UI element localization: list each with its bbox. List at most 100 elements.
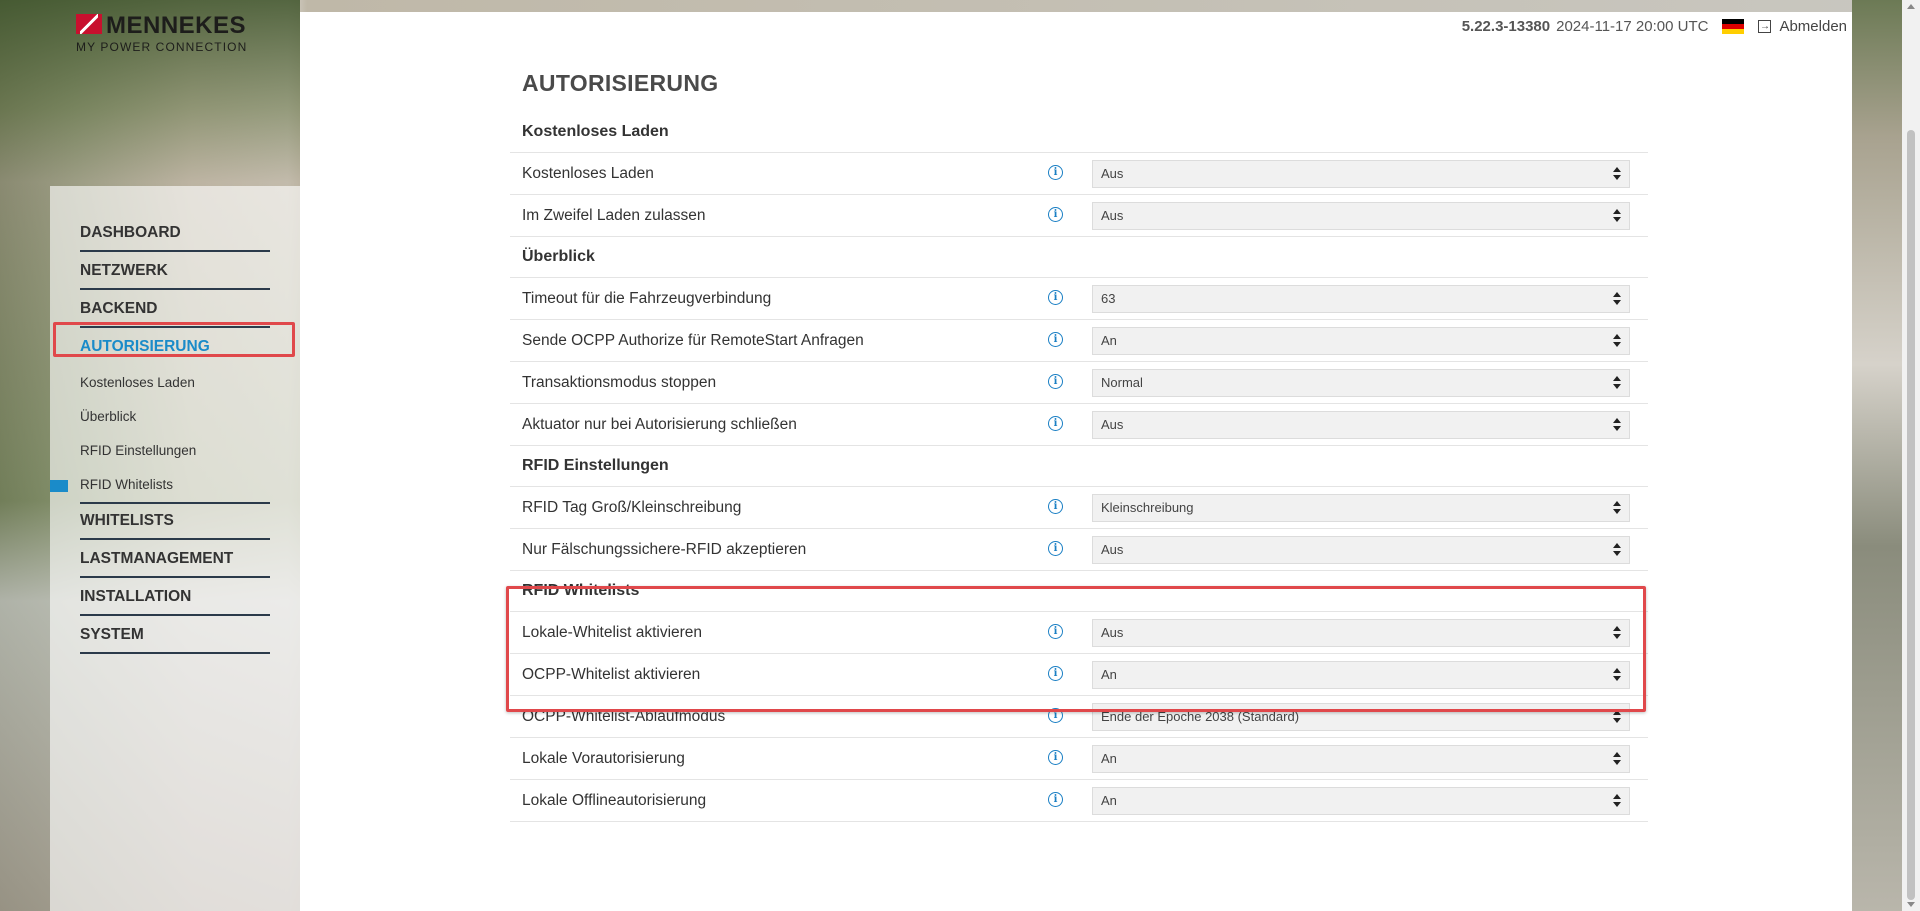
select-value: Ende der Epoche 2038 (Standard) (1101, 709, 1300, 724)
setting-select[interactable]: Aus (1092, 202, 1630, 230)
setting-label: Timeout für die Fahrzeugverbindung (522, 290, 772, 307)
settings-form: Kostenloses Laden Kostenloses Laden i Au… (510, 112, 1648, 822)
select-value: 63 (1101, 291, 1116, 306)
setting-select[interactable]: An (1092, 745, 1630, 773)
select-arrows-icon (1613, 626, 1621, 640)
select-value: Kleinschreibung (1101, 500, 1194, 515)
info-icon[interactable]: i (1048, 332, 1063, 347)
info-icon[interactable]: i (1048, 624, 1063, 639)
setting-select[interactable]: Aus (1092, 160, 1630, 188)
section-heading: RFID Einstellungen (510, 446, 1648, 487)
setting-row: Lokale Vorautorisierung i An (510, 738, 1648, 780)
select-arrows-icon (1613, 710, 1621, 724)
select-arrows-icon (1613, 752, 1621, 766)
info-icon[interactable]: i (1048, 165, 1063, 180)
select-arrows-icon (1613, 418, 1621, 432)
select-value: Aus (1101, 208, 1124, 223)
select-arrows-icon (1613, 292, 1621, 306)
setting-row: Timeout für die Fahrzeugverbindung i 63 (510, 278, 1648, 320)
setting-select[interactable]: Ende der Epoche 2038 (Standard) (1092, 703, 1630, 731)
select-value: Aus (1101, 417, 1124, 432)
setting-select[interactable]: An (1092, 661, 1630, 689)
nav-item-system[interactable]: SYSTEM (80, 618, 270, 654)
select-arrows-icon (1613, 668, 1621, 682)
german-flag-icon[interactable] (1722, 18, 1745, 34)
select-value: Aus (1101, 542, 1124, 557)
system-datetime: 2024-11-17 20:00 UTC (1556, 17, 1709, 35)
firmware-version: 5.22.3-13380 (1461, 17, 1551, 35)
info-icon[interactable]: i (1048, 666, 1063, 681)
section-heading: Überblick (510, 237, 1648, 278)
top-bar: 5.22.3-13380 2024-11-17 20:00 UTC → Abme… (1462, 16, 1847, 36)
setting-select[interactable]: Aus (1092, 411, 1630, 439)
select-arrows-icon (1613, 543, 1621, 557)
page-title: AUTORISIERUNG (522, 70, 719, 96)
scroll-up-icon[interactable] (1907, 4, 1915, 9)
nav-highlight-box (53, 322, 295, 357)
info-icon[interactable]: i (1048, 499, 1063, 514)
page-scrollbar[interactable] (1902, 0, 1920, 911)
setting-select[interactable]: An (1092, 327, 1630, 355)
nav-item-lastmanagement[interactable]: LASTMANAGEMENT (80, 542, 270, 578)
info-icon[interactable]: i (1048, 792, 1063, 807)
setting-label: Lokale-Whitelist aktivieren (522, 624, 703, 641)
setting-label: Transaktionsmodus stoppen (522, 374, 717, 391)
setting-row: Im Zweifel Laden zulassen i Aus (510, 195, 1648, 237)
brand-name: MENNEKES (106, 12, 247, 39)
info-icon[interactable]: i (1048, 750, 1063, 765)
info-icon[interactable]: i (1048, 207, 1063, 222)
sidebar-nav: DASHBOARD NETZWERK BACKEND AUTORISIERUNG… (50, 216, 270, 656)
info-icon[interactable]: i (1048, 290, 1063, 305)
main-content: 5.22.3-13380 2024-11-17 20:00 UTC → Abme… (300, 12, 1852, 911)
setting-row: Kostenloses Laden i Aus (510, 153, 1648, 195)
select-arrows-icon (1613, 794, 1621, 808)
nav-subitem-ueberblick[interactable]: Überblick (80, 400, 270, 434)
scrollbar-thumb[interactable] (1907, 130, 1915, 900)
setting-row: Nur Fälschungssichere-RFID akzeptieren i… (510, 529, 1648, 571)
setting-select[interactable]: Aus (1092, 619, 1630, 647)
setting-select[interactable]: 63 (1092, 285, 1630, 313)
scroll-down-icon[interactable] (1907, 902, 1915, 907)
section-heading: RFID Whitelists (510, 571, 1648, 612)
setting-select[interactable]: Kleinschreibung (1092, 494, 1630, 522)
setting-select[interactable]: Normal (1092, 369, 1630, 397)
select-arrows-icon (1613, 501, 1621, 515)
mennekes-logo[interactable]: MENNEKES MY POWER CONNECTION (76, 12, 246, 56)
info-icon[interactable]: i (1048, 374, 1063, 389)
nav-item-installation[interactable]: INSTALLATION (80, 580, 270, 616)
setting-select[interactable]: An (1092, 787, 1630, 815)
nav-item-netzwerk[interactable]: NETZWERK (80, 254, 270, 290)
setting-label: RFID Tag Groß/Kleinschreibung (522, 499, 742, 516)
nav-item-dashboard[interactable]: DASHBOARD (80, 216, 270, 252)
setting-label: Nur Fälschungssichere-RFID akzeptieren (522, 541, 807, 558)
section-heading: Kostenloses Laden (510, 112, 1648, 153)
select-value: An (1101, 667, 1117, 682)
setting-label: Lokale Vorautorisierung (522, 750, 685, 767)
info-icon[interactable]: i (1048, 541, 1063, 556)
select-arrows-icon (1613, 209, 1621, 223)
select-value: Aus (1101, 166, 1124, 181)
setting-label: Lokale Offlineautorisierung (522, 792, 707, 809)
setting-row: RFID Tag Groß/Kleinschreibung i Kleinsch… (510, 487, 1648, 529)
setting-row: Lokale-Whitelist aktivieren i Aus (510, 612, 1648, 654)
nav-subitem-kostenloses-laden[interactable]: Kostenloses Laden (80, 366, 270, 400)
select-value: Normal (1101, 375, 1143, 390)
nav-subitem-rfid-einstellungen[interactable]: RFID Einstellungen (80, 434, 270, 468)
logout-icon[interactable]: → (1758, 19, 1772, 33)
info-icon[interactable]: i (1048, 708, 1063, 723)
select-value: An (1101, 793, 1117, 808)
select-arrows-icon (1613, 334, 1621, 348)
setting-label: Aktuator nur bei Autorisierung schließen (522, 416, 797, 433)
setting-label: Im Zweifel Laden zulassen (522, 207, 706, 224)
select-value: An (1101, 333, 1117, 348)
select-arrows-icon (1613, 167, 1621, 181)
setting-label: Sende OCPP Authorize für RemoteStart Anf… (522, 332, 864, 349)
logout-link[interactable]: Abmelden (1779, 18, 1847, 35)
setting-row: Transaktionsmodus stoppen i Normal (510, 362, 1648, 404)
nav-item-whitelists[interactable]: WHITELISTS (80, 504, 270, 540)
setting-row: Sende OCPP Authorize für RemoteStart Anf… (510, 320, 1648, 362)
info-icon[interactable]: i (1048, 416, 1063, 431)
setting-select[interactable]: Aus (1092, 536, 1630, 564)
nav-subitem-rfid-whitelists[interactable]: RFID Whitelists (50, 468, 270, 504)
select-value: An (1101, 751, 1117, 766)
